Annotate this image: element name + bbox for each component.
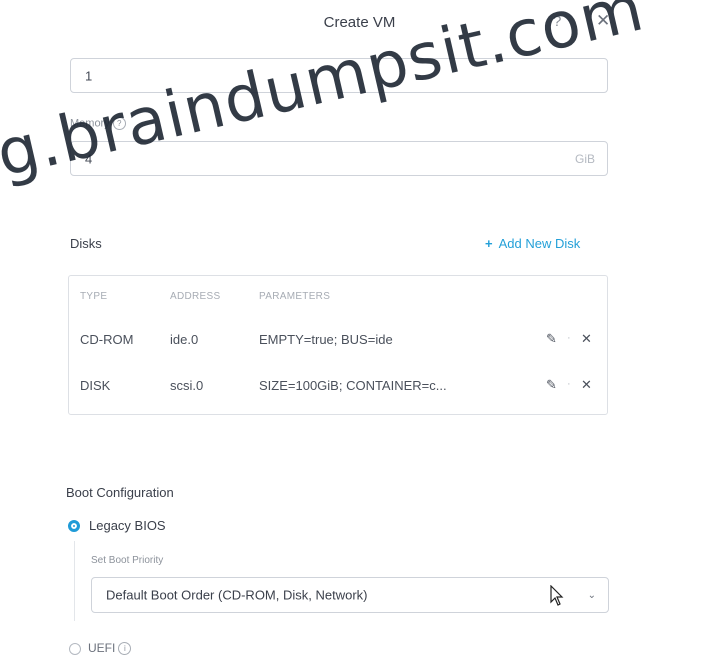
- memory-input[interactable]: 4 GiB: [70, 141, 608, 176]
- legacy-bios-radio[interactable]: [68, 520, 80, 532]
- separator-dot: ·: [567, 378, 571, 390]
- legacy-bios-label: Legacy BIOS: [89, 518, 166, 533]
- memory-unit: GiB: [574, 151, 595, 166]
- boot-priority-label: Set Boot Priority: [91, 555, 164, 566]
- plus-icon: +: [485, 236, 493, 251]
- disk-row-parameters: EMPTY=true; BUS=ide: [259, 332, 393, 347]
- pencil-icon[interactable]: ✎: [546, 331, 557, 347]
- add-new-disk-label: Add New Disk: [498, 236, 581, 251]
- memory-label: Memory?: [70, 117, 126, 130]
- column-header-parameters: PARAMETERS: [259, 291, 331, 302]
- column-header-type: TYPE: [80, 291, 108, 302]
- disk-row-address: ide.0: [170, 332, 199, 347]
- boot-priority-value: Default Boot Order (CD-ROM, Disk, Networ…: [106, 587, 368, 603]
- memory-value: 4: [85, 151, 93, 166]
- close-icon[interactable]: ✕: [596, 11, 610, 31]
- disks-title: Disks: [70, 236, 102, 251]
- uefi-label: UEFI i: [88, 641, 132, 656]
- info-icon[interactable]: i: [118, 642, 132, 656]
- boot-config-title: Boot Configuration: [66, 485, 174, 500]
- column-header-address: ADDRESS: [170, 291, 221, 302]
- cpu-input[interactable]: 1: [70, 58, 608, 93]
- disk-row-parameters: SIZE=100GiB; CONTAINER=c...: [259, 378, 447, 393]
- uefi-radio[interactable]: [69, 643, 81, 655]
- boot-priority-select[interactable]: Default Boot Order (CD-ROM, Disk, Networ…: [91, 577, 609, 613]
- memory-label-text: Memory: [70, 117, 110, 130]
- add-new-disk-link[interactable]: + Add New Disk: [485, 236, 580, 251]
- boot-priority-group: [74, 541, 76, 621]
- uefi-label-text: UEFI: [88, 641, 116, 655]
- pencil-icon[interactable]: ✎: [546, 377, 557, 393]
- help-icon[interactable]: ?: [553, 13, 561, 30]
- dialog-title: Create VM: [323, 14, 396, 31]
- chevron-down-icon: ⌄: [587, 590, 596, 601]
- cpu-value: 1: [85, 68, 93, 83]
- disk-row-address: scsi.0: [170, 378, 204, 393]
- delete-icon[interactable]: ✕: [581, 377, 592, 393]
- separator-dot: ·: [567, 332, 571, 344]
- disk-row-type: DISK: [80, 378, 111, 393]
- disk-row-type: CD-ROM: [80, 332, 134, 347]
- info-icon[interactable]: ?: [112, 117, 126, 130]
- delete-icon[interactable]: ✕: [581, 331, 592, 347]
